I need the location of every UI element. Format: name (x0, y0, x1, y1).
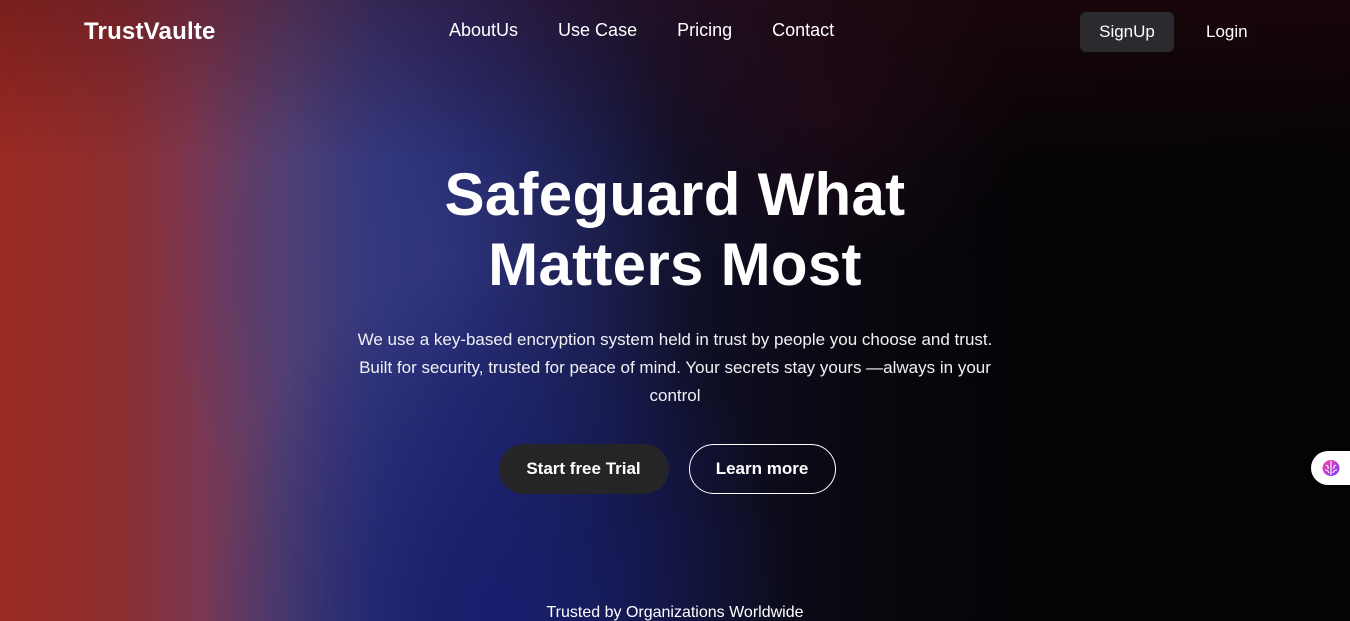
hero-title: Safeguard What Matters Most (395, 160, 955, 300)
hero-cta-group: Start free Trial Learn more (0, 444, 1350, 494)
brain-icon (1322, 460, 1340, 476)
nav-link-contact[interactable]: Contact (772, 20, 834, 41)
hero-section: Safeguard What Matters Most We use a key… (0, 160, 1350, 410)
main-menu: AboutUs Use Case Pricing Contact (449, 20, 834, 41)
nav-link-about-us[interactable]: AboutUs (449, 20, 518, 41)
learn-more-button[interactable]: Learn more (688, 444, 836, 494)
login-link[interactable]: Login (1206, 22, 1248, 42)
hero-title-line-2: Matters Most (488, 231, 862, 298)
nav-link-use-case[interactable]: Use Case (558, 20, 637, 41)
hero-title-line-1: Safeguard What (444, 161, 906, 228)
trusted-by-heading: Trusted by Organizations Worldwide (546, 604, 804, 621)
hero-description: We use a key-based encryption system hel… (357, 330, 993, 405)
top-navbar: TrustVaulte AboutUs Use Case Pricing Con… (0, 0, 1350, 64)
signup-button[interactable]: SignUp (1080, 12, 1174, 52)
brand-logo[interactable]: TrustVaulte (84, 18, 216, 46)
nav-link-pricing[interactable]: Pricing (677, 20, 732, 41)
floating-assistant-widget[interactable] (1311, 451, 1350, 485)
start-free-trial-button[interactable]: Start free Trial (498, 444, 669, 494)
